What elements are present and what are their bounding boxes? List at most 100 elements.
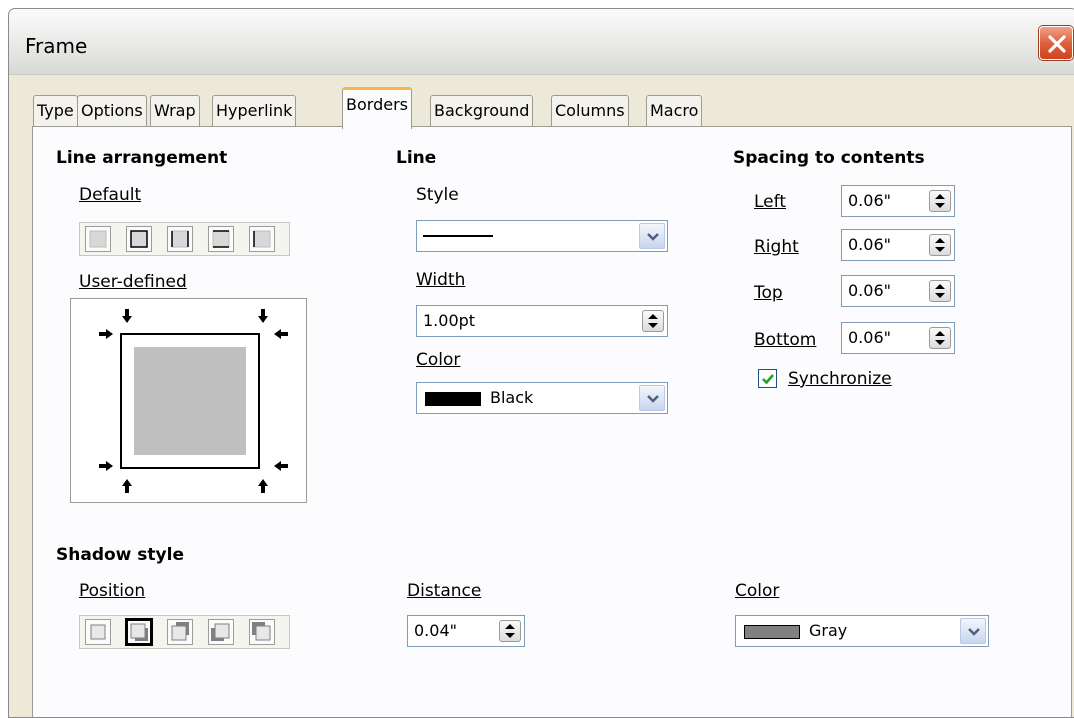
line-style-dropdown-button[interactable] bbox=[639, 223, 665, 249]
tab-macro[interactable]: Macro bbox=[646, 95, 703, 127]
no-shadow-icon bbox=[90, 624, 106, 640]
tab-background[interactable]: Background bbox=[430, 95, 534, 127]
top-spacing-label: Top bbox=[754, 283, 783, 303]
shadow-none[interactable] bbox=[85, 619, 111, 645]
line-arrangement-heading: Line arrangement bbox=[56, 148, 228, 168]
line-color-dropdown-button[interactable] bbox=[639, 385, 665, 411]
left-border-icon bbox=[253, 230, 271, 248]
left-spacing-label: Left bbox=[754, 192, 786, 212]
line-width-spinbox[interactable]: 1.00pt bbox=[416, 305, 668, 337]
arrow-left-icon bbox=[274, 329, 288, 339]
shadow-bottom-left[interactable] bbox=[208, 619, 234, 645]
color-label: Color bbox=[416, 350, 461, 370]
synchronize-label[interactable]: Synchronize bbox=[788, 369, 892, 389]
title-bar[interactable]: Frame bbox=[9, 9, 1074, 75]
tab-options[interactable]: Options bbox=[77, 95, 147, 127]
checkmark-icon bbox=[762, 374, 774, 385]
top-bottom-border-icon bbox=[212, 230, 230, 248]
spacing-heading: Spacing to contents bbox=[733, 148, 925, 168]
bottom-spacing-label: Bottom bbox=[754, 330, 817, 350]
spin-arrows-icon bbox=[935, 331, 945, 345]
right-spacing-label: Right bbox=[754, 237, 799, 257]
shadow-style-heading: Shadow style bbox=[56, 545, 184, 565]
arrow-right-icon bbox=[99, 461, 113, 471]
line-style-select[interactable] bbox=[416, 220, 668, 252]
arrow-up-icon bbox=[258, 479, 268, 493]
right-spacing-spinbox[interactable]: 0.06" bbox=[841, 229, 955, 261]
shadow-distance-spin-buttons[interactable] bbox=[499, 620, 521, 642]
preset-top-bottom-border[interactable] bbox=[208, 226, 234, 252]
shadow-color-select[interactable]: Gray bbox=[735, 615, 989, 647]
top-spacing-spin-buttons[interactable] bbox=[929, 280, 951, 302]
arrow-down-icon bbox=[122, 309, 132, 323]
chevron-down-icon bbox=[647, 233, 659, 241]
left-right-border-icon bbox=[171, 230, 189, 248]
close-icon bbox=[1048, 35, 1066, 53]
chevron-down-icon bbox=[968, 628, 980, 636]
tab-columns[interactable]: Columns bbox=[551, 95, 629, 127]
bottom-spacing-spin-buttons[interactable] bbox=[929, 327, 951, 349]
color-swatch bbox=[425, 392, 481, 406]
line-width-value: 1.00pt bbox=[423, 311, 476, 330]
shadow-color-value: Gray bbox=[809, 621, 848, 640]
arrow-right-icon bbox=[99, 329, 113, 339]
spin-arrows-icon bbox=[935, 238, 945, 252]
preset-no-borders[interactable] bbox=[85, 226, 111, 252]
line-heading: Line bbox=[396, 148, 437, 168]
line-color-value: Black bbox=[490, 388, 534, 407]
shadow-bottom-left-icon bbox=[211, 623, 230, 641]
bottom-spacing-spinbox[interactable]: 0.06" bbox=[841, 322, 955, 354]
shadow-top-left-icon bbox=[252, 622, 271, 641]
tab-type[interactable]: Type bbox=[33, 95, 78, 127]
spin-arrows-icon bbox=[935, 284, 945, 298]
user-defined-label: User-defined bbox=[79, 272, 187, 292]
shadow-distance-spinbox[interactable]: 0.04" bbox=[407, 615, 525, 647]
arrow-up-icon bbox=[122, 479, 132, 493]
solid-line-icon bbox=[423, 235, 493, 237]
frame-outline bbox=[120, 333, 260, 469]
preset-left-border[interactable] bbox=[249, 226, 275, 252]
spin-arrows-icon bbox=[935, 194, 945, 208]
tab-borders[interactable]: Borders bbox=[342, 87, 412, 129]
arrow-left-icon bbox=[274, 461, 288, 471]
spin-arrows-icon bbox=[505, 624, 515, 638]
top-spacing-spinbox[interactable]: 0.06" bbox=[841, 275, 955, 307]
preset-left-right-border[interactable] bbox=[167, 226, 193, 252]
distance-label: Distance bbox=[407, 581, 482, 601]
window-title: Frame bbox=[25, 34, 88, 58]
left-spacing-spinbox[interactable]: 0.06" bbox=[841, 185, 955, 217]
no-border-icon bbox=[89, 230, 107, 248]
close-button[interactable] bbox=[1039, 26, 1073, 60]
line-color-select[interactable]: Black bbox=[416, 382, 668, 414]
shadow-top-left[interactable] bbox=[249, 619, 275, 645]
shadow-distance-value: 0.04" bbox=[414, 621, 457, 640]
right-spacing-spin-buttons[interactable] bbox=[929, 234, 951, 256]
arrow-down-icon bbox=[258, 309, 268, 323]
preset-outer-border[interactable] bbox=[126, 226, 152, 252]
line-width-spin-buttons[interactable] bbox=[642, 310, 664, 332]
shadow-bottom-right[interactable] bbox=[126, 619, 152, 645]
left-spacing-spin-buttons[interactable] bbox=[929, 190, 951, 212]
style-label: Style bbox=[416, 185, 459, 205]
default-presets bbox=[79, 222, 290, 256]
user-defined-border-preview[interactable] bbox=[70, 298, 307, 503]
tab-hyperlink[interactable]: Hyperlink bbox=[212, 95, 297, 127]
position-label: Position bbox=[79, 581, 146, 601]
bottom-spacing-value: 0.06" bbox=[848, 328, 891, 347]
left-spacing-value: 0.06" bbox=[848, 191, 891, 210]
shadow-top-right[interactable] bbox=[167, 619, 193, 645]
spin-arrows-icon bbox=[648, 314, 658, 328]
shadow-color-label: Color bbox=[735, 581, 780, 601]
shadow-bottom-right-icon bbox=[130, 623, 148, 641]
shadow-color-dropdown-button[interactable] bbox=[960, 618, 986, 644]
chevron-down-icon bbox=[647, 395, 659, 403]
tab-wrap[interactable]: Wrap bbox=[150, 95, 200, 127]
frame-content-area bbox=[134, 347, 246, 455]
synchronize-checkbox[interactable] bbox=[758, 369, 777, 388]
top-spacing-value: 0.06" bbox=[848, 281, 891, 300]
right-spacing-value: 0.06" bbox=[848, 235, 891, 254]
width-label: Width bbox=[416, 270, 466, 290]
color-swatch bbox=[744, 625, 800, 639]
shadow-position-presets bbox=[79, 615, 290, 649]
shadow-top-right-icon bbox=[171, 622, 189, 641]
